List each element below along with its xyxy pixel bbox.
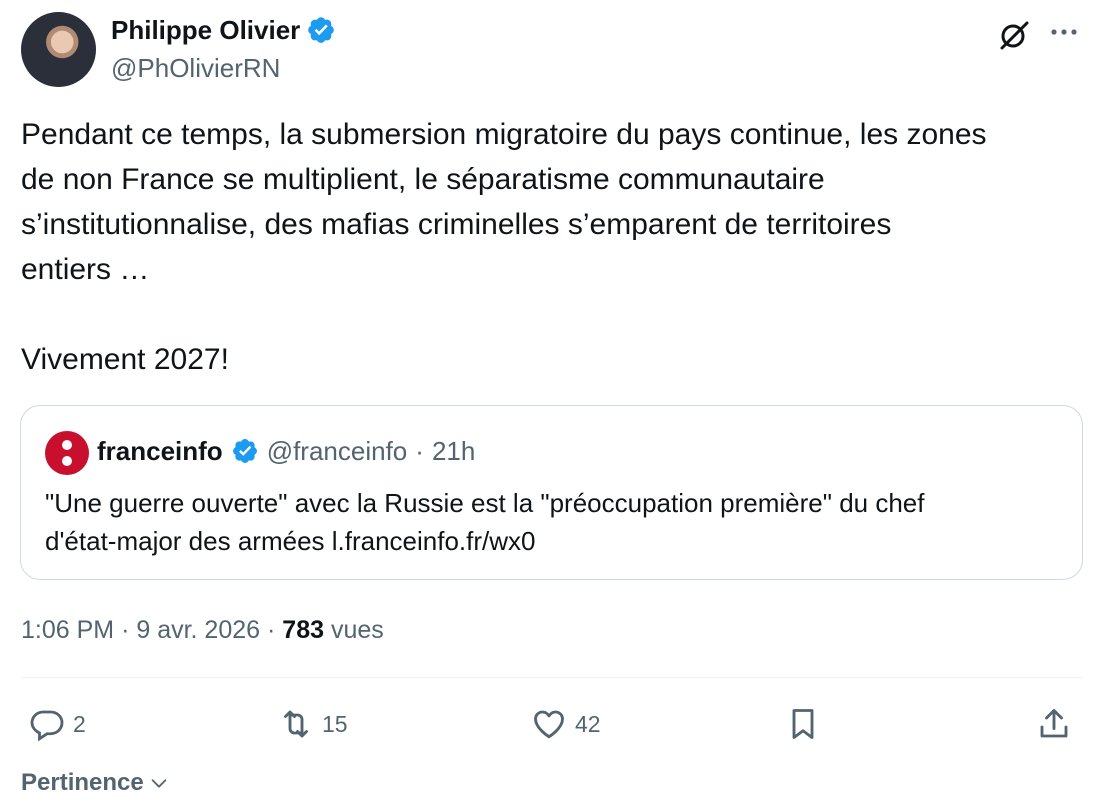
verified-badge-icon <box>308 17 335 43</box>
bookmark-icon <box>792 709 814 739</box>
repost-count: 15 <box>322 710 348 737</box>
quoted-header: franceinfo @franceinfo · 21h <box>97 434 475 468</box>
quoted-tweet-card[interactable]: franceinfo @franceinfo · 21h "Une guerre… <box>20 405 1083 580</box>
like-count: 42 <box>575 710 601 737</box>
meta-separator: · <box>267 616 276 644</box>
verified-badge-icon <box>232 439 257 463</box>
quoted-separator: · <box>415 436 424 466</box>
more-icon[interactable] <box>1046 17 1082 53</box>
reply-count: 2 <box>73 710 86 737</box>
meta-separator: · <box>121 616 130 644</box>
sort-label: Pertinence <box>21 769 144 796</box>
grok-icon[interactable] <box>996 17 1032 53</box>
sort-dropdown[interactable]: Pertinence <box>21 766 170 800</box>
author-name-row[interactable]: Philippe Olivier <box>111 14 336 46</box>
quoted-time[interactable]: 21h <box>432 434 475 468</box>
quoted-text-line: d'état-major des armées l.franceinfo.fr/… <box>45 526 536 556</box>
views-label: vues <box>330 616 384 644</box>
author-handle[interactable]: @PhOlivierRN <box>111 52 280 84</box>
reply-icon <box>30 710 64 742</box>
author-name[interactable]: Philippe Olivier <box>111 14 300 46</box>
quoted-avatar[interactable] <box>45 431 89 475</box>
divider <box>21 677 1083 678</box>
tweet-meta: 1:06 PM · 9 avr. 2026 · 783 vues <box>21 612 384 648</box>
share-button[interactable] <box>1036 700 1072 748</box>
quoted-text-line: "Une guerre ouverte" avec la Russie est … <box>45 488 925 518</box>
reply-button[interactable]: 2 <box>29 700 86 748</box>
quoted-author-name[interactable]: franceinfo <box>97 434 223 468</box>
quoted-author-handle[interactable]: @franceinfo <box>267 434 408 468</box>
views-count: 783 <box>282 616 325 644</box>
like-icon <box>534 710 564 739</box>
chevron-down-icon <box>151 779 167 788</box>
like-button[interactable]: 42 <box>531 700 601 748</box>
tweet-text: Pendant ce temps, la submersion migratoi… <box>21 118 987 376</box>
tweet-date[interactable]: 9 avr. 2026 <box>136 616 260 644</box>
quoted-text: "Une guerre ouverte" avec la Russie est … <box>45 484 1055 560</box>
tweet-time[interactable]: 1:06 PM <box>21 616 114 644</box>
author-avatar[interactable] <box>21 12 96 87</box>
bookmark-button[interactable] <box>785 700 821 748</box>
share-icon <box>1040 709 1068 738</box>
repost-icon <box>284 710 308 738</box>
repost-button[interactable]: 15 <box>278 700 348 748</box>
